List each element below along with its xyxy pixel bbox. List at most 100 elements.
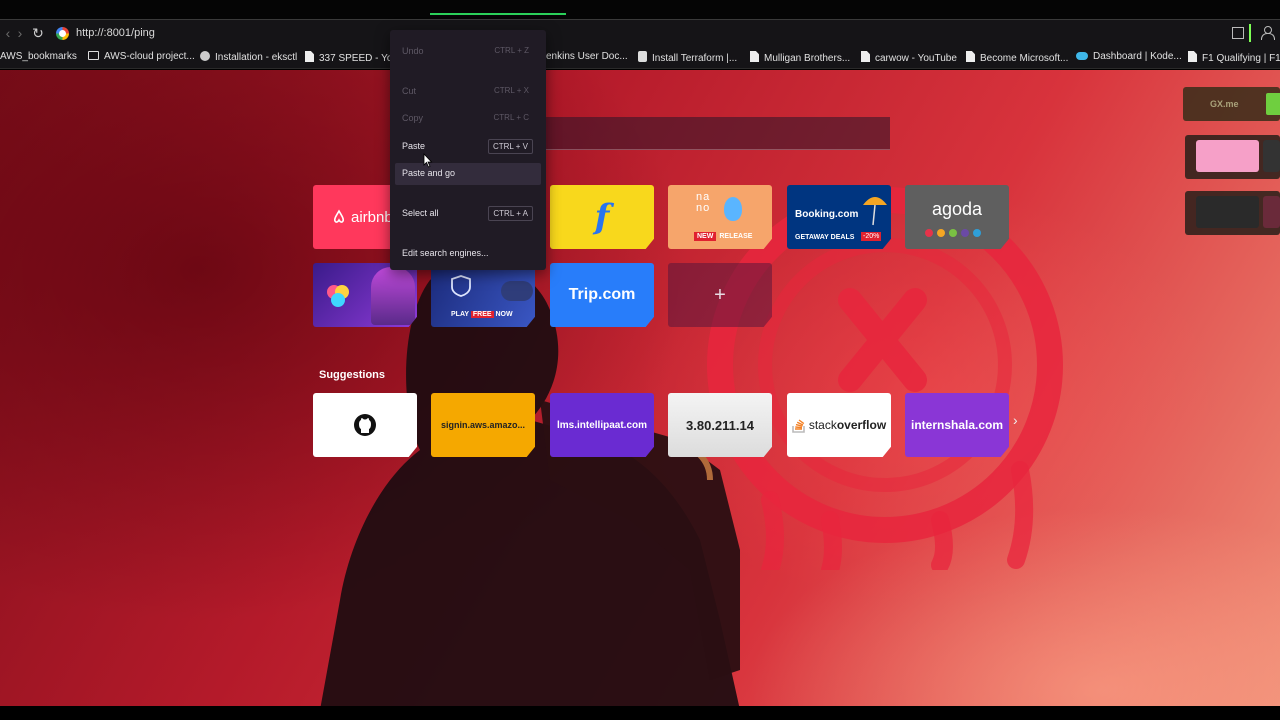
globe-icon [200,51,210,61]
bookmark-item[interactable]: enkins User Doc... [546,51,628,62]
google-favicon-icon [56,27,69,40]
menu-item-shortcut: CTRL + A [488,206,533,221]
folder-icon [88,51,99,60]
agoda-label: agoda [931,199,983,219]
nano-bottom: no [696,202,711,214]
speed-dial-world-of-warships[interactable]: PLAY FREE NOW [431,263,535,327]
bookmark-label: Install Terraform |... [652,53,738,64]
bookmark-item[interactable]: Dashboard | Kode... [1076,51,1182,62]
bookmark-item[interactable]: Become Microsoft... [966,51,1068,64]
bookmark-item[interactable]: Installation - eksctl [200,51,297,63]
plus-icon: + [714,283,726,306]
url-field[interactable]: http://:8001/ping [76,27,155,39]
game-character-art [371,267,415,325]
menu-item-cut[interactable]: Cut CTRL + X [395,81,541,103]
address-bar: ‹ › ↻ http://:8001/ping [0,19,1280,46]
sidebar-thumb [1196,196,1259,228]
bookmark-item[interactable]: carwow - YouTube [861,51,957,64]
menu-item-label: Paste and go [402,168,456,178]
umbrella-icon [863,197,887,226]
speed-dial-booking[interactable]: Booking.com GETAWAY DEALS -20% [787,185,891,249]
stackoverflow-suffix: overflow [836,418,887,432]
snapshot-icon[interactable] [1232,27,1244,39]
booking-label: Booking.com [795,209,859,220]
search-input[interactable] [540,117,890,150]
forward-icon[interactable]: › [12,25,28,41]
bookmark-item[interactable]: F1 Qualifying | F1... [1188,51,1280,64]
agoda-dot [937,229,945,237]
menu-item-paste[interactable]: Paste CTRL + V [395,136,541,158]
bookmark-item[interactable]: AWS-cloud project... [88,51,195,62]
bookmark-item[interactable]: AWS_bookmarks [0,51,77,62]
bottom-strip [0,706,1280,720]
sidebar-thumb [1263,140,1280,172]
add-speed-dial-button[interactable]: + [668,263,772,327]
reload-icon[interactable]: ↻ [30,25,46,41]
sidebar-card-nano[interactable] [1185,135,1280,179]
suggestion-stackoverflow[interactable]: stack overflow [787,393,891,457]
stackoverflow-icon [792,419,805,433]
shield-icon [451,275,471,297]
agoda-dot [925,229,933,237]
free-word: FREE [470,311,494,318]
bookmark-label: carwow - YouTube [875,53,957,64]
agoda-dots [925,224,981,242]
speed-dial-nano[interactable]: na no NEW RELEASE [668,185,772,249]
booking-discount-badge: -20% [861,232,882,241]
airbnb-label: airbnb [351,208,393,226]
bookmark-item[interactable]: Mulligan Brothers... [750,51,850,64]
suggestions-next-icon[interactable]: › [1013,412,1018,428]
suggestion-aws-signin[interactable]: signin.aws.amazo... [431,393,535,457]
booking-deal-label: GETAWAY DEALS [795,234,855,241]
wallpaper [0,70,1280,706]
suggestion-internshala[interactable]: internshala.com [905,393,1009,457]
bookmark-label: Become Microsoft... [980,53,1069,64]
now-word: NOW [495,311,513,318]
bookmark-item[interactable]: Install Terraform |... [638,51,737,64]
bookmark-label: Mulligan Brothers... [764,53,851,64]
suggestion-github[interactable] [313,393,417,457]
speed-dial-trip[interactable]: Trip.com [550,263,654,327]
menu-item-edit-search-engines[interactable]: Edit search engines... [395,243,541,265]
menu-item-label: Undo [402,46,424,56]
airbnb-logo-icon [333,209,345,223]
menu-item-shortcut: CTRL + V [487,139,533,154]
suggestion-ip-address[interactable]: 3.80.211.14 [668,393,772,457]
gx-accent-bar [1249,24,1251,42]
bookmarks-bar: AWS_bookmarks AWS-cloud project... Insta… [0,46,1280,69]
profile-icon[interactable] [1261,26,1275,40]
menu-item-paste-and-go[interactable]: Paste and go [395,163,541,185]
bookmark-label: F1 Qualifying | F1... [1202,53,1280,64]
menu-item-label: Edit search engines... [402,248,489,258]
mouse-cursor-icon [423,153,433,168]
sidebar-card-video[interactable] [1185,191,1280,235]
bookmark-label: Dashboard | Kode... [1093,51,1182,62]
play-free-now-label: PLAY FREE NOW [451,311,513,318]
menu-item-shortcut: CTRL + X [493,86,529,95]
page-icon [1188,51,1197,62]
speed-dial-agoda[interactable]: agoda [905,185,1009,249]
menu-item-copy[interactable]: Copy CTRL + C [395,108,541,130]
page-icon [861,51,870,62]
menu-item-label: Copy [402,113,424,123]
menu-item-shortcut: CTRL + C [493,113,530,122]
suggestion-label: lms.intellipaat.com [556,419,648,431]
trip-label: Trip.com [568,286,636,303]
menu-item-undo[interactable]: Undo CTRL + Z [395,41,541,63]
agoda-dot [949,229,957,237]
stackoverflow-prefix: stack [808,418,837,432]
menu-item-select-all[interactable]: Select all CTRL + A [395,203,541,225]
menu-item-label: Paste [402,141,426,151]
play-word: PLAY [451,311,469,318]
sidebar-thumb [1263,196,1280,228]
flipkart-logo-icon: f [594,197,610,237]
agoda-dot [973,229,981,237]
bookmark-item[interactable]: 337 SPEED - You [305,51,398,64]
nano-badge: NEW RELEASE [694,232,752,241]
suggestions-title: Suggestions [319,369,386,381]
nano-mascot-icon [724,197,742,221]
sidebar-thumb [1196,140,1259,172]
suggestion-intellipaat[interactable]: lms.intellipaat.com [550,393,654,457]
speed-dial-flipkart[interactable]: f [550,185,654,249]
speed-dial-game-art[interactable] [313,263,417,327]
